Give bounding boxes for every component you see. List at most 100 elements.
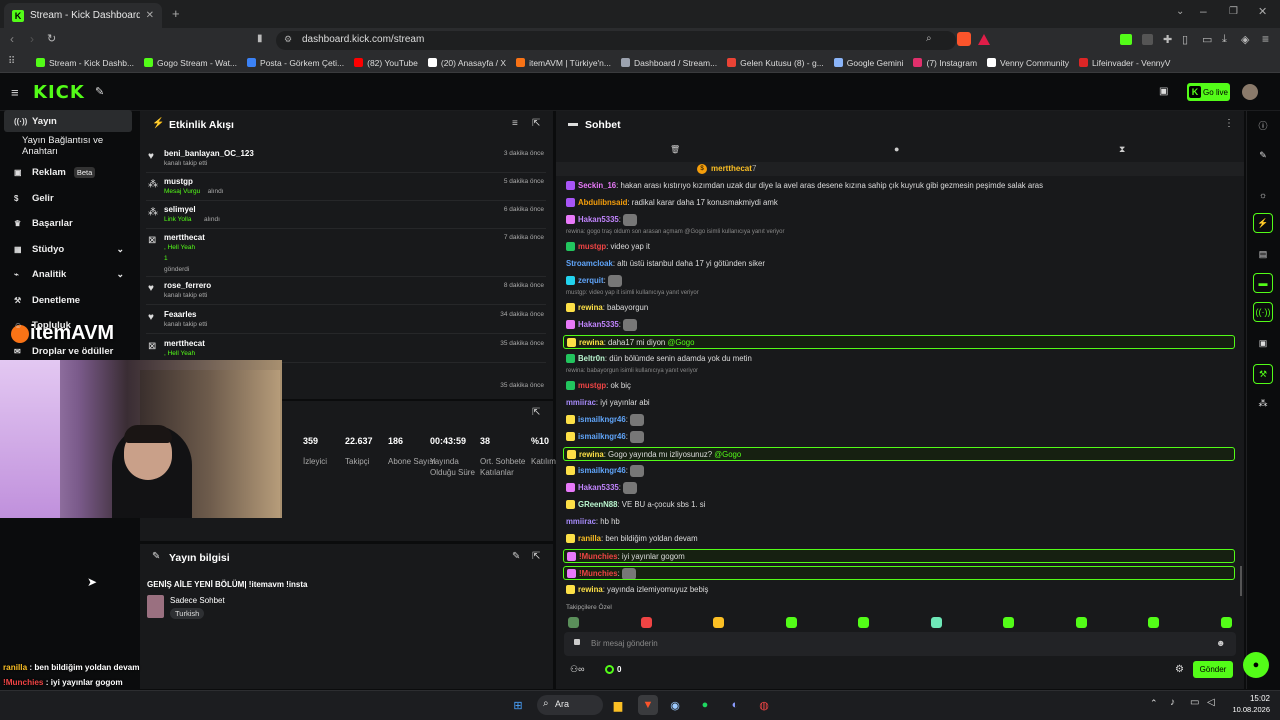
chat-username[interactable]: zerquit: [578, 276, 604, 285]
clock-time[interactable]: 15:02: [1222, 694, 1270, 703]
brave-rewards-icon[interactable]: [978, 34, 990, 45]
steam-icon[interactable]: ◉: [665, 695, 685, 715]
chat-username[interactable]: rewina: [579, 338, 604, 347]
chat-message[interactable]: !Munchies:: [563, 566, 1235, 580]
chat-username[interactable]: ismailkngr46: [578, 415, 626, 424]
chat-username[interactable]: Stroamcloak: [566, 259, 613, 268]
chat-message[interactable]: Abdulibnsaid: radikal karar daha 17 konu…: [566, 196, 1236, 210]
chat-float-icon[interactable]: ●: [1243, 652, 1269, 678]
event-username[interactable]: mertthecat: [164, 233, 205, 242]
event-username[interactable]: beni_banlayan_OC_123: [164, 149, 254, 158]
chat-icon[interactable]: ▬: [1253, 273, 1273, 293]
bookmark-item[interactable]: (20) Anasayfa / X: [427, 58, 506, 68]
sidebar-item[interactable]: Yayın Bağlantısı ve Anahtarı: [4, 135, 132, 157]
event-username[interactable]: Feaarles: [164, 310, 196, 319]
bookmark-item[interactable]: itemAVM | Türkiye'n...: [516, 58, 611, 68]
sidebar-item[interactable]: $ Gelir: [4, 187, 132, 209]
lightning-icon[interactable]: ⚡: [1253, 213, 1273, 233]
avatar[interactable]: [1242, 84, 1258, 100]
apps-icon[interactable]: ⠿: [8, 56, 15, 67]
app-icon[interactable]: ◍: [754, 695, 774, 715]
emote-option-icon[interactable]: [1075, 617, 1087, 628]
chat-username[interactable]: rewina: [579, 450, 604, 459]
sidebar-item[interactable]: ⌁ Analitik ⌄: [4, 263, 132, 285]
filter-icon[interactable]: ≡: [512, 118, 518, 129]
chat-username[interactable]: mmiirac: [566, 517, 596, 526]
new-tab-icon[interactable]: +: [172, 6, 180, 21]
volume-icon[interactable]: ◁: [1207, 697, 1215, 708]
chat-username[interactable]: !Munchies: [579, 552, 618, 561]
popout-icon[interactable]: ⇱: [532, 118, 540, 129]
sidebar-item[interactable]: ✉ Droplar ve ödüller: [4, 340, 132, 362]
vpn-icon[interactable]: ◈: [1241, 33, 1249, 46]
chat-message[interactable]: ismailkngr46:: [566, 413, 1236, 427]
hamburger-menu-icon[interactable]: ≡: [11, 85, 19, 100]
chat-message[interactable]: rewina: yayında izlemiyomuyuz bebiş: [566, 583, 1236, 597]
sidebar-item[interactable]: ♛ Başarılar: [4, 212, 132, 234]
send-button[interactable]: Gönder: [1193, 661, 1233, 678]
tab-search-icon[interactable]: ⌄: [1176, 6, 1184, 17]
sidebar-item[interactable]: ⚒ Denetleme: [4, 289, 132, 311]
bookmark-item[interactable]: Stream - Kick Dashb...: [36, 58, 134, 68]
emote-option-icon[interactable]: [930, 617, 942, 628]
site-info-icon[interactable]: ⚙: [284, 34, 292, 45]
bookmark-item[interactable]: (7) Instagram: [913, 58, 977, 68]
chat-message[interactable]: Beltr0n: dün bölümde senin adamda yok du…: [566, 352, 1236, 366]
sidebar-item[interactable]: ((·)) Yayın: [4, 110, 132, 132]
extension-kick-icon[interactable]: [1120, 34, 1132, 45]
bookmark-item[interactable]: (82) YouTube: [354, 58, 418, 68]
chat-mention[interactable]: @Gogo: [667, 338, 694, 347]
puzzle-icon[interactable]: ✚: [1163, 33, 1172, 46]
file-explorer-icon[interactable]: ▆: [608, 695, 628, 715]
edit-icon[interactable]: ✎: [1253, 145, 1273, 165]
event-username[interactable]: rose_ferrero: [164, 281, 211, 290]
chat-message[interactable]: mustgp: ok biç: [566, 379, 1236, 393]
close-window-icon[interactable]: ✕: [1258, 5, 1267, 18]
bookmark-item[interactable]: Gelen Kutusu (8) - g...: [727, 58, 824, 68]
mic-icon[interactable]: ♪: [1170, 697, 1175, 708]
hammer-icon[interactable]: ⚒: [1253, 364, 1273, 384]
pin-icon[interactable]: ✎: [95, 85, 104, 98]
windows-start-icon[interactable]: ⊞: [508, 695, 528, 715]
reload-icon[interactable]: ↻: [47, 32, 56, 45]
spotify-icon[interactable]: ●: [695, 695, 715, 715]
edit-icon[interactable]: ✎: [512, 551, 520, 562]
tray-chevron-icon[interactable]: ⌃: [1150, 698, 1158, 709]
chat-scrollbar[interactable]: [1240, 566, 1242, 596]
sidebar-item[interactable]: ☺ Topluluk: [4, 314, 132, 336]
event-username[interactable]: selimyel: [164, 205, 196, 214]
chat-username[interactable]: rewina: [578, 585, 603, 594]
chat-username[interactable]: !Munchies: [579, 569, 618, 578]
chevron-down-icon[interactable]: ⌄: [116, 244, 124, 255]
event-username[interactable]: mertthecat: [164, 339, 205, 348]
chat-message[interactable]: rewina: Gogo yayında mı izliyosunuz? @Go…: [563, 447, 1235, 461]
kick-logo[interactable]: KICK: [33, 82, 85, 103]
chat-username[interactable]: Hakan5335: [578, 320, 619, 329]
chat-username[interactable]: mustgp: [578, 381, 606, 390]
chat-message[interactable]: Stroamcloak: altı üstü istanbul daha 17 …: [566, 257, 1236, 271]
url-field[interactable]: dashboard.kick.com/stream ⚙ ⌕: [276, 31, 956, 50]
emote-option-icon[interactable]: [640, 617, 652, 628]
share-icon[interactable]: ⁂: [1253, 393, 1273, 413]
hourglass-icon[interactable]: ⧗: [1119, 144, 1125, 155]
minimize-icon[interactable]: –: [1200, 4, 1207, 18]
sidebar-toggle-icon[interactable]: ▯: [1182, 33, 1188, 46]
chat-username[interactable]: Seckin_16: [578, 181, 616, 190]
theatre-icon[interactable]: ▣: [1159, 86, 1168, 97]
chat-message[interactable]: GReenN88: VE BU a-çocuk sbs 1. si: [566, 498, 1236, 512]
chat-username[interactable]: GReenN88: [578, 500, 617, 509]
info-icon[interactable]: ⓘ: [1253, 115, 1273, 135]
emote-option-icon[interactable]: [785, 617, 797, 628]
browser-tab[interactable]: K Stream - Kick Dashboard ✕: [4, 3, 162, 28]
chat-message[interactable]: ismailkngr46:: [566, 430, 1236, 444]
chat-message[interactable]: rewina: daha17 mi diyon @Gogo: [563, 335, 1235, 349]
chat-message[interactable]: mustgp: video yap it: [566, 240, 1236, 254]
chat-message[interactable]: Hakan5335:: [566, 318, 1236, 332]
chat-message[interactable]: zerquit:: [566, 274, 1236, 288]
chat-username[interactable]: mmiirac: [566, 398, 596, 407]
brave-taskbar-icon[interactable]: ▼: [638, 695, 658, 715]
tag-chip[interactable]: Turkish: [170, 608, 205, 619]
chat-message[interactable]: ranilla: ben bildiğim yoldan devam: [566, 532, 1236, 546]
chevron-down-icon[interactable]: ⌄: [116, 269, 124, 280]
monitor-icon[interactable]: ▣: [1253, 333, 1273, 353]
